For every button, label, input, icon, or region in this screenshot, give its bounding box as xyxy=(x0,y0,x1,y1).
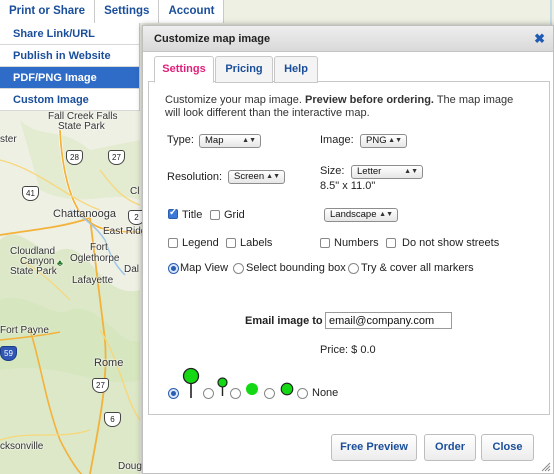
menu-item-custom-image[interactable]: Custom Image xyxy=(0,89,139,111)
green-dot-icon xyxy=(246,383,258,395)
chevron-updown-icon: ▲▼ xyxy=(266,173,280,180)
size-label: Size: xyxy=(320,165,345,177)
no-streets-checkbox-label: Do not show streets xyxy=(402,237,500,249)
map-label-rome: Rome xyxy=(94,357,124,369)
resize-grip-icon[interactable] xyxy=(541,462,551,472)
marker-style-radio-2[interactable] xyxy=(203,388,214,399)
type-select[interactable]: Map ▲▼ xyxy=(199,134,261,148)
chevron-updown-icon: ▲▼ xyxy=(379,211,393,218)
highway-shield-27: 27 xyxy=(108,150,125,165)
map-view-radio-label: Map View xyxy=(180,262,229,274)
tab-settings[interactable]: Settings xyxy=(154,56,214,83)
cover-markers-radio[interactable] xyxy=(348,263,359,274)
green-dot-outlined-icon xyxy=(280,382,294,396)
settings-panel: Customize your map image. Preview before… xyxy=(148,82,550,415)
highway-shield-6: 6 xyxy=(104,412,121,427)
small-green-pin-icon xyxy=(217,377,228,396)
large-green-pin-icon xyxy=(182,367,200,398)
share-menu: Share Link/URL Publish in Website PDF/PN… xyxy=(0,23,140,111)
map-label-chattanooga: Chattanooga xyxy=(53,208,116,220)
map-label-oglethorpe: Oglethorpe xyxy=(70,253,120,264)
resolution-label: Resolution: xyxy=(167,171,223,183)
map-label-fort-payne: Fort Payne xyxy=(0,325,49,336)
dialog-titlebar: Customize map image ✖ xyxy=(143,26,553,52)
map-label-lafayette: Lafayette xyxy=(72,275,114,286)
top-nav: Print or Share Settings Account xyxy=(0,0,225,23)
size-select[interactable]: Letter ▲▼ xyxy=(351,165,423,179)
free-preview-button[interactable]: Free Preview xyxy=(331,434,417,461)
image-label: Image: xyxy=(320,134,354,146)
tab-bar: Settings Pricing Help xyxy=(148,56,550,83)
marker-style-radio-4[interactable] xyxy=(264,388,275,399)
legend-checkbox[interactable] xyxy=(168,238,178,248)
bounding-box-radio-label: Select bounding box xyxy=(246,262,346,274)
highway-shield-27-rome: 27 xyxy=(92,378,109,393)
size-value: Letter xyxy=(357,166,382,177)
orientation-value: Landscape xyxy=(330,209,377,220)
marker-style-radio-none[interactable] xyxy=(297,388,308,399)
image-format-value: PNG xyxy=(366,135,387,146)
map-label-state-park: State Park xyxy=(58,121,105,132)
map-label-east-ridge: East Ridg xyxy=(103,226,147,237)
grid-checkbox-label: Grid xyxy=(224,209,245,221)
resolution-value: Screen xyxy=(234,171,265,182)
menu-item-pdf-png-image[interactable]: PDF/PNG Image xyxy=(0,67,139,89)
chevron-updown-icon: ▲▼ xyxy=(404,168,418,175)
interstate-shield-59: 59 xyxy=(0,346,17,361)
orientation-select[interactable]: Landscape ▲▼ xyxy=(324,208,398,222)
size-dimensions: 8.5" x 11.0" xyxy=(320,180,376,192)
title-checkbox-label: Title xyxy=(182,209,203,221)
close-button[interactable]: Close xyxy=(481,434,534,461)
title-checkbox[interactable] xyxy=(168,207,178,219)
email-input[interactable] xyxy=(325,312,452,329)
dialog-footer: Free Preview Order Close xyxy=(143,418,553,474)
map-label-fort: Fort xyxy=(90,242,108,253)
close-icon[interactable]: ✖ xyxy=(534,26,545,52)
map-label-doug: Doug xyxy=(118,461,142,472)
numbers-checkbox[interactable] xyxy=(320,238,330,248)
no-streets-checkbox[interactable] xyxy=(386,238,396,248)
nav-print-or-share[interactable]: Print or Share xyxy=(0,0,96,23)
cover-markers-radio-label: Try & cover all markers xyxy=(361,262,474,274)
type-select-value: Map xyxy=(205,135,224,146)
highway-shield-28: 28 xyxy=(66,150,83,165)
labels-checkbox[interactable] xyxy=(226,238,236,248)
nav-settings[interactable]: Settings xyxy=(95,0,160,23)
chevron-updown-icon: ▲▼ xyxy=(242,137,256,144)
map-view-radio[interactable] xyxy=(168,263,179,274)
map-label-cl: Cl xyxy=(130,186,140,197)
resolution-select[interactable]: Screen ▲▼ xyxy=(228,170,285,184)
chevron-updown-icon: ▲▼ xyxy=(388,137,402,144)
image-format-select[interactable]: PNG ▲▼ xyxy=(360,134,407,148)
marker-style-radio-1[interactable] xyxy=(168,388,179,399)
nav-account[interactable]: Account xyxy=(159,0,225,23)
park-tree-icon: ♣ xyxy=(57,258,63,268)
email-label: Email image to xyxy=(245,315,323,327)
legend-checkbox-label: Legend xyxy=(182,237,219,249)
numbers-checkbox-label: Numbers xyxy=(334,237,379,249)
grid-checkbox[interactable] xyxy=(210,210,220,220)
labels-checkbox-label: Labels xyxy=(240,237,273,249)
intro-text: Customize your map image. Preview before… xyxy=(165,94,530,120)
tab-help[interactable]: Help xyxy=(274,56,318,83)
menu-item-publish-website[interactable]: Publish in Website xyxy=(0,45,139,67)
bounding-box-radio[interactable] xyxy=(233,263,244,274)
map-label-cksonville: cksonville xyxy=(0,441,44,452)
map-label-ster: ster xyxy=(0,134,17,145)
map-label-cloudland-park: State Park xyxy=(10,266,57,277)
highway-shield-41: 41 xyxy=(22,186,39,201)
type-label: Type: xyxy=(167,134,194,146)
dialog-title: Customize map image xyxy=(154,33,271,45)
price-text: Price: $ 0.0 xyxy=(320,344,376,356)
order-button[interactable]: Order xyxy=(424,434,476,461)
customize-map-dialog: Customize map image ✖ Settings Pricing H… xyxy=(142,25,554,474)
intro-bold: Preview before ordering. xyxy=(305,94,434,106)
intro-plain: Customize your map image. xyxy=(165,94,305,106)
map-label-dal: Dal xyxy=(124,264,140,275)
marker-style-radio-3[interactable] xyxy=(230,388,241,399)
tab-pricing[interactable]: Pricing xyxy=(215,56,273,83)
menu-item-share-link[interactable]: Share Link/URL xyxy=(0,23,139,45)
marker-none-label: None xyxy=(312,387,339,399)
